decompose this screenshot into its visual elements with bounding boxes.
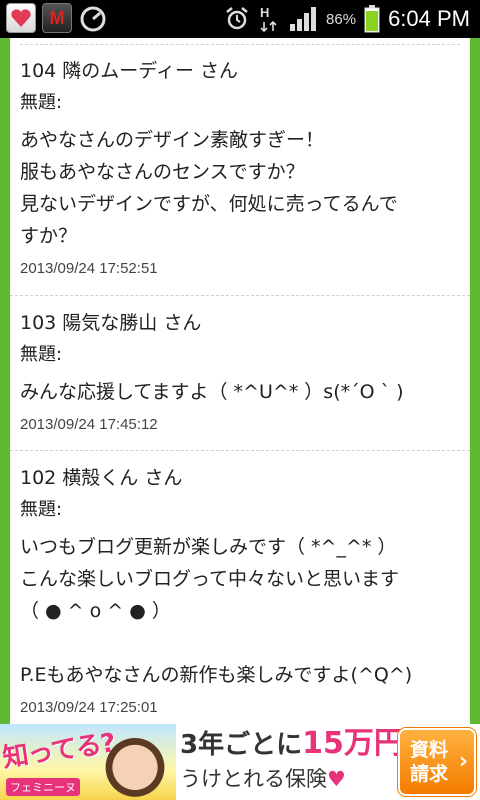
comment-title: 無題: [20, 344, 63, 365]
alarm-icon [226, 7, 248, 30]
data-h-icon: H [260, 5, 277, 33]
battery-percent: 86% [326, 10, 357, 28]
comment-title: 無題: [20, 499, 63, 520]
comment-title: 無題: [20, 92, 63, 113]
comment-body: いつもブログ更新が楽しみです（ *^_^* ） こんな楽しいブログって中々ないと… [20, 536, 413, 686]
ad-line2-text: うけとれる保険 [180, 767, 327, 791]
child-photo [104, 730, 166, 798]
comment-panel: 104 隣のムーディー さん 無題: あやなさんのデザイン素敵すぎー！ 服もあや… [10, 38, 470, 724]
system-icons: H 86% 6:04 PM [224, 0, 470, 38]
ad-line1: 3年ごとに15万円 [180, 726, 404, 763]
comment-date: 2013/09/24 17:25:01 [20, 699, 158, 716]
comment-body: みんな応援してますよ（ *^U^* ）s(*´O ` ) [20, 381, 404, 403]
comment-feed[interactable]: 104 隣のムーディー さん 無題: あやなさんのデザイン素敵すぎー！ 服もあや… [0, 38, 480, 724]
chevron-right-icon: › [458, 749, 468, 774]
ad-headline: 知ってる? [0, 728, 117, 774]
ad-image: 知ってる? フェミニーヌ [0, 724, 176, 800]
comment-author[interactable]: 103 陽気な勝山 さん [20, 310, 460, 336]
comment-author[interactable]: 104 隣のムーディー さん [20, 58, 460, 84]
comment-date: 2013/09/24 17:45:12 [20, 416, 158, 433]
comment-item: 104 隣のムーディー さん 無題: あやなさんのデザイン素敵すぎー！ 服もあや… [10, 58, 470, 280]
request-docs-button[interactable]: 資料 請求 › [398, 728, 476, 796]
notification-icons: M [6, 3, 108, 33]
mcafee-icon: M [42, 3, 72, 33]
battery-icon [364, 5, 380, 33]
ad-line1-prefix: 3年ごとに [180, 730, 303, 760]
comment-item: 103 陽気な勝山 さん 無題: みんな応援してますよ（ *^U^* ）s(*´… [10, 310, 470, 436]
ad-line2: うけとれる保険♥ [180, 763, 394, 795]
signal-icon [290, 7, 317, 31]
top-divider [20, 44, 460, 45]
status-bar: M H 86% 6:04 PM [0, 0, 480, 38]
heart-icon: ♥ [327, 767, 346, 791]
ad-banner[interactable]: 知ってる? フェミニーヌ 3年ごとに15万円 うけとれる保険♥ 資料 請求 › [0, 724, 480, 800]
comment-divider [10, 450, 470, 451]
ad-amount: 15万円 [302, 726, 404, 761]
ad-brand-label: フェミニーヌ [6, 778, 80, 796]
mcafee-glyph: M [49, 7, 65, 28]
ad-copy: 3年ごとに15万円 うけとれる保険♥ [180, 726, 404, 798]
heart-app-icon [6, 3, 36, 33]
gauge-icon [80, 6, 106, 32]
network-type-label: H [260, 5, 269, 20]
comment-body: あやなさんのデザイン素敵すぎー！ 服もあやなさんのセンスですか？ 見ないデザイン… [20, 129, 398, 247]
comment-date: 2013/09/24 17:52:51 [20, 260, 158, 277]
clock-time: 6:04 PM [388, 6, 470, 31]
comment-author[interactable]: 102 横殻くん さん [20, 465, 460, 491]
comment-divider [10, 295, 470, 296]
comment-item: 102 横殻くん さん 無題: いつもブログ更新が楽しみです（ *^_^* ） … [10, 465, 470, 719]
